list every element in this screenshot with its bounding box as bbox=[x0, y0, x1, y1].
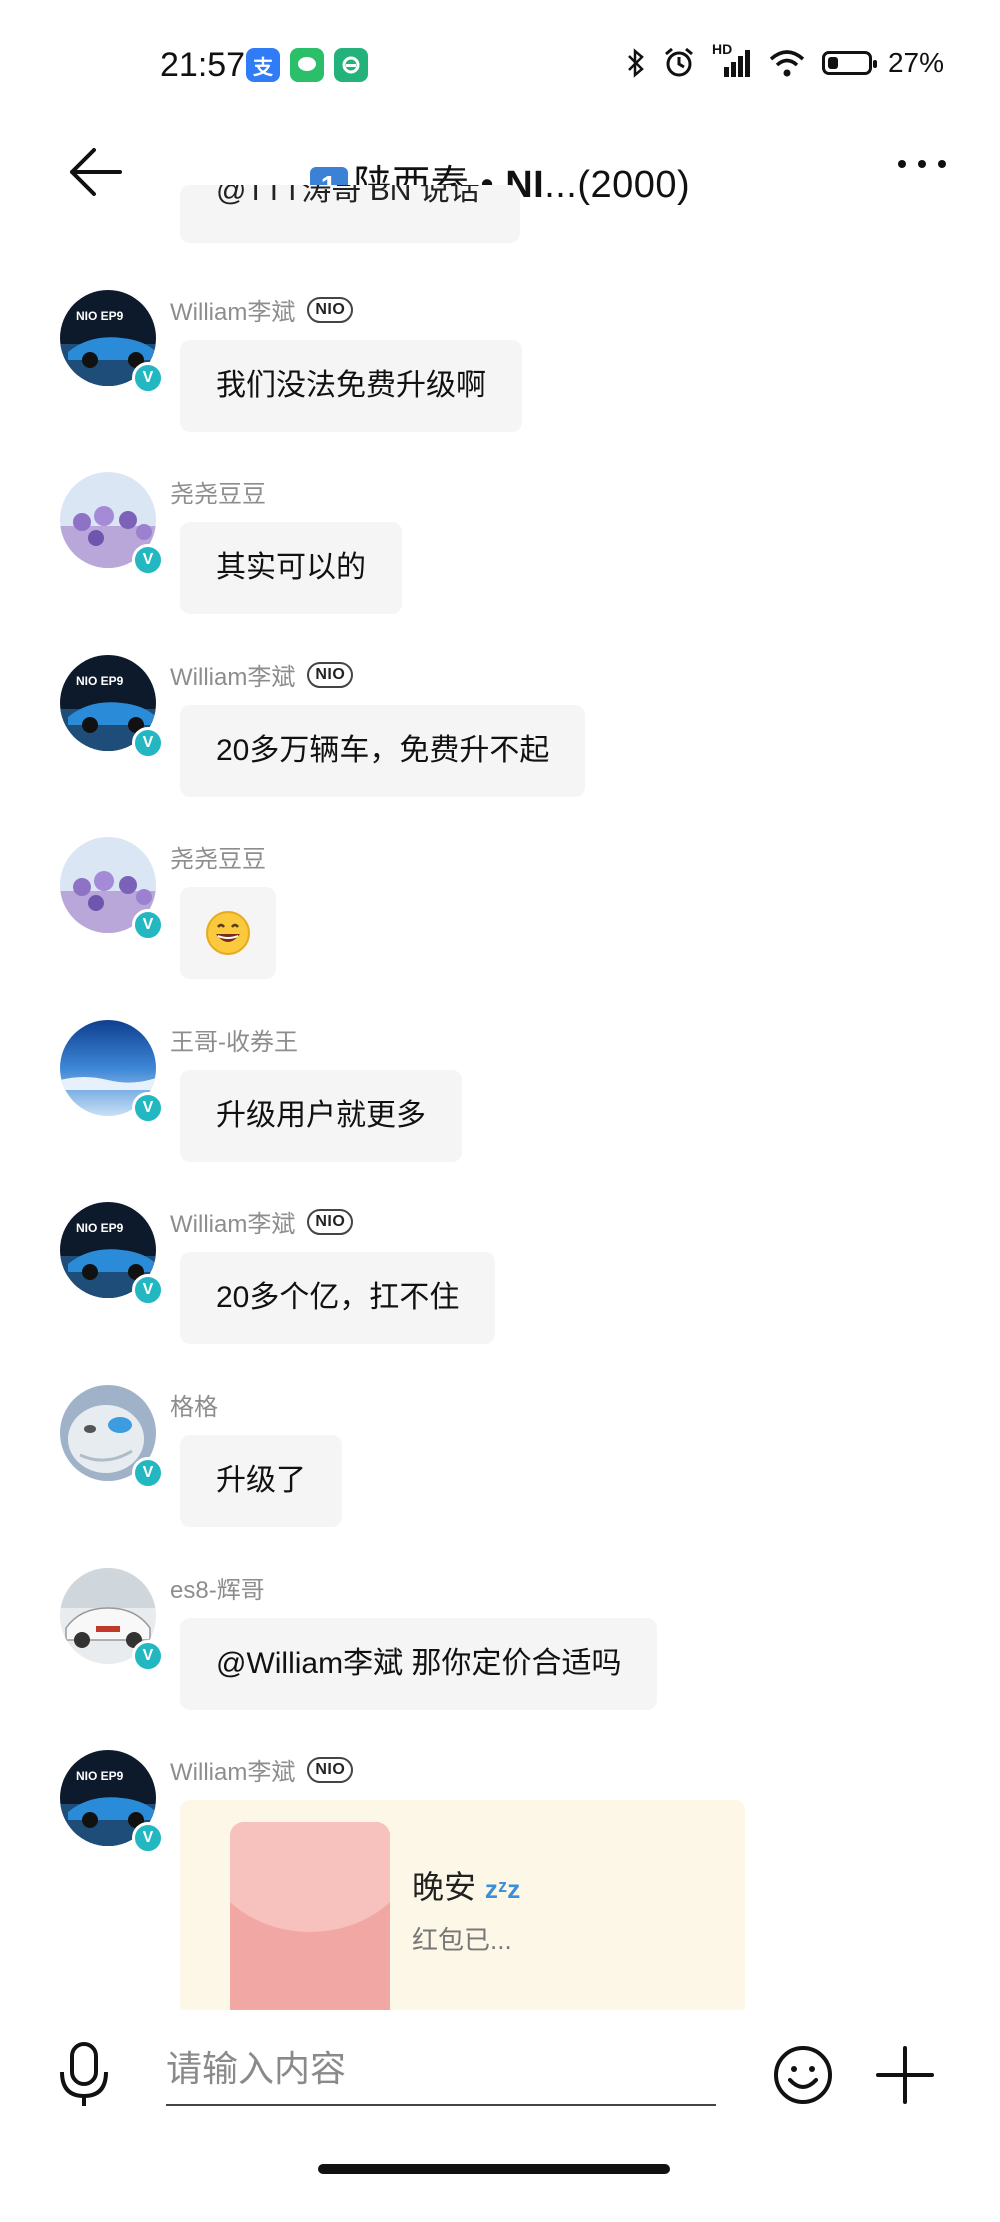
wifi-assistant-icon bbox=[334, 48, 368, 82]
message-text: 我们没法免费升级啊 bbox=[216, 369, 486, 402]
message-text: 20多个亿，扛不住 bbox=[216, 1281, 460, 1314]
status-app-icons: 支 bbox=[246, 48, 368, 82]
signal-icon: HD bbox=[712, 41, 752, 79]
more-dot-icon bbox=[898, 160, 906, 168]
sender-row: William李斌 NIO bbox=[170, 292, 354, 327]
svg-text:NIO EP9: NIO EP9 bbox=[76, 1769, 124, 1783]
message-input[interactable] bbox=[166, 2034, 716, 2106]
input-bar bbox=[0, 2010, 1000, 2140]
voice-button[interactable] bbox=[56, 2040, 112, 2110]
nio-tag: NIO bbox=[307, 296, 354, 323]
more-button[interactable] bbox=[898, 160, 946, 168]
sender-row: 王哥-收券王 bbox=[170, 1022, 298, 1057]
sender-row: William李斌 NIO bbox=[170, 1204, 354, 1239]
red-packet-status: 红包已... bbox=[412, 1925, 512, 1955]
zzz-icon: zᶻz bbox=[484, 1874, 521, 1904]
message-bubble[interactable]: 升级用户就更多 bbox=[180, 1070, 462, 1162]
verified-badge: V bbox=[132, 909, 164, 941]
emoji-button[interactable] bbox=[772, 2044, 834, 2106]
sender-row: es8-辉哥 bbox=[170, 1570, 265, 1605]
verified-badge: V bbox=[132, 1274, 164, 1306]
nio-tag: NIO bbox=[307, 661, 354, 688]
message-text: 升级用户就更多 bbox=[216, 1099, 426, 1132]
sender-name: William李斌 bbox=[170, 299, 296, 326]
wechat-icon bbox=[290, 48, 324, 82]
alarm-icon bbox=[664, 47, 693, 77]
message-bubble[interactable]: 升级了 bbox=[180, 1435, 342, 1527]
message-text: 其实可以的 bbox=[216, 551, 366, 584]
verified-badge: V bbox=[132, 362, 164, 394]
more-dot-icon bbox=[918, 160, 926, 168]
message-text: 升级了 bbox=[216, 1464, 306, 1497]
chat-message-list[interactable]: @TTT涛哥 BN 说话 NIO EP9 V William李斌 NIO 我们没… bbox=[0, 185, 1000, 2010]
svg-text:NIO EP9: NIO EP9 bbox=[76, 674, 124, 688]
verified-badge: V bbox=[132, 1457, 164, 1489]
message-text: @William李斌 那你定价合适吗 bbox=[216, 1647, 622, 1680]
sender-name: 王哥-收券王 bbox=[170, 1029, 298, 1056]
sender-row: 尧尧豆豆 bbox=[170, 839, 266, 874]
red-packet-icon bbox=[230, 1822, 390, 2010]
status-time: 21:57 bbox=[160, 46, 246, 84]
message-bubble[interactable]: 20多万辆车，免费升不起 bbox=[180, 705, 586, 797]
battery-percent: 27% bbox=[887, 47, 944, 78]
grinning-face-icon bbox=[206, 911, 250, 955]
status-right: HD 27% bbox=[626, 41, 944, 80]
message-bubble-clipped[interactable]: @TTT涛哥 BN 说话 bbox=[180, 185, 520, 243]
sender-name: William李斌 bbox=[170, 1759, 296, 1786]
svg-text:NIO EP9: NIO EP9 bbox=[76, 1221, 124, 1235]
bluetooth-icon bbox=[628, 48, 644, 78]
sender-name: 尧尧豆豆 bbox=[170, 481, 266, 508]
battery-fill bbox=[827, 57, 838, 69]
svg-text:NIO EP9: NIO EP9 bbox=[76, 309, 124, 323]
message-bubble[interactable]: 我们没法免费升级啊 bbox=[180, 340, 522, 432]
status-bar: 21:57 支 HD 27% bbox=[0, 0, 1000, 120]
red-packet-flap bbox=[230, 1822, 390, 1932]
sender-name: William李斌 bbox=[170, 1211, 296, 1238]
plus-button[interactable] bbox=[874, 2044, 936, 2106]
verified-badge: V bbox=[132, 1092, 164, 1124]
sender-row: William李斌 NIO bbox=[170, 1752, 354, 1787]
alipay-icon: 支 bbox=[246, 48, 280, 82]
home-indicator[interactable] bbox=[318, 2164, 670, 2174]
red-packet-card[interactable]: 晚安 zᶻz 红包已... bbox=[180, 1800, 745, 2010]
battery-icon bbox=[821, 51, 877, 75]
verified-badge: V bbox=[132, 1640, 164, 1672]
sender-name: es8-辉哥 bbox=[170, 1577, 265, 1604]
message-bubble[interactable]: @William李斌 那你定价合适吗 bbox=[180, 1618, 658, 1710]
message-text: @TTT涛哥 BN 说话 bbox=[216, 185, 480, 207]
sender-row: William李斌 NIO bbox=[170, 657, 354, 692]
red-packet-title: 晚安 zᶻz bbox=[412, 1862, 520, 1908]
microphone-icon bbox=[60, 2042, 108, 2106]
sender-name: 格格 bbox=[170, 1394, 218, 1421]
message-bubble[interactable]: 20多个亿，扛不住 bbox=[180, 1252, 496, 1344]
verified-badge: V bbox=[132, 727, 164, 759]
sender-row: 格格 bbox=[170, 1387, 218, 1422]
nio-tag: NIO bbox=[307, 1208, 354, 1235]
message-text: 20多万辆车，免费升不起 bbox=[216, 734, 550, 767]
sender-name: William李斌 bbox=[170, 664, 296, 691]
message-bubble[interactable]: 其实可以的 bbox=[180, 522, 402, 614]
sender-row: 尧尧豆豆 bbox=[170, 474, 266, 509]
more-dot-icon bbox=[938, 160, 946, 168]
wifi-icon bbox=[769, 50, 805, 77]
sender-name: 尧尧豆豆 bbox=[170, 846, 266, 873]
plus-icon bbox=[876, 2046, 934, 2104]
message-bubble[interactable] bbox=[180, 887, 276, 979]
nio-tag: NIO bbox=[307, 1756, 354, 1783]
emoji-icon bbox=[774, 2046, 832, 2104]
verified-badge: V bbox=[132, 544, 164, 576]
red-packet-title-text: 晚安 bbox=[412, 1869, 477, 1905]
chat-screen: 21:57 支 HD 27% 1陕西秦 • NI. bbox=[0, 0, 1000, 2222]
verified-badge: V bbox=[132, 1822, 164, 1854]
